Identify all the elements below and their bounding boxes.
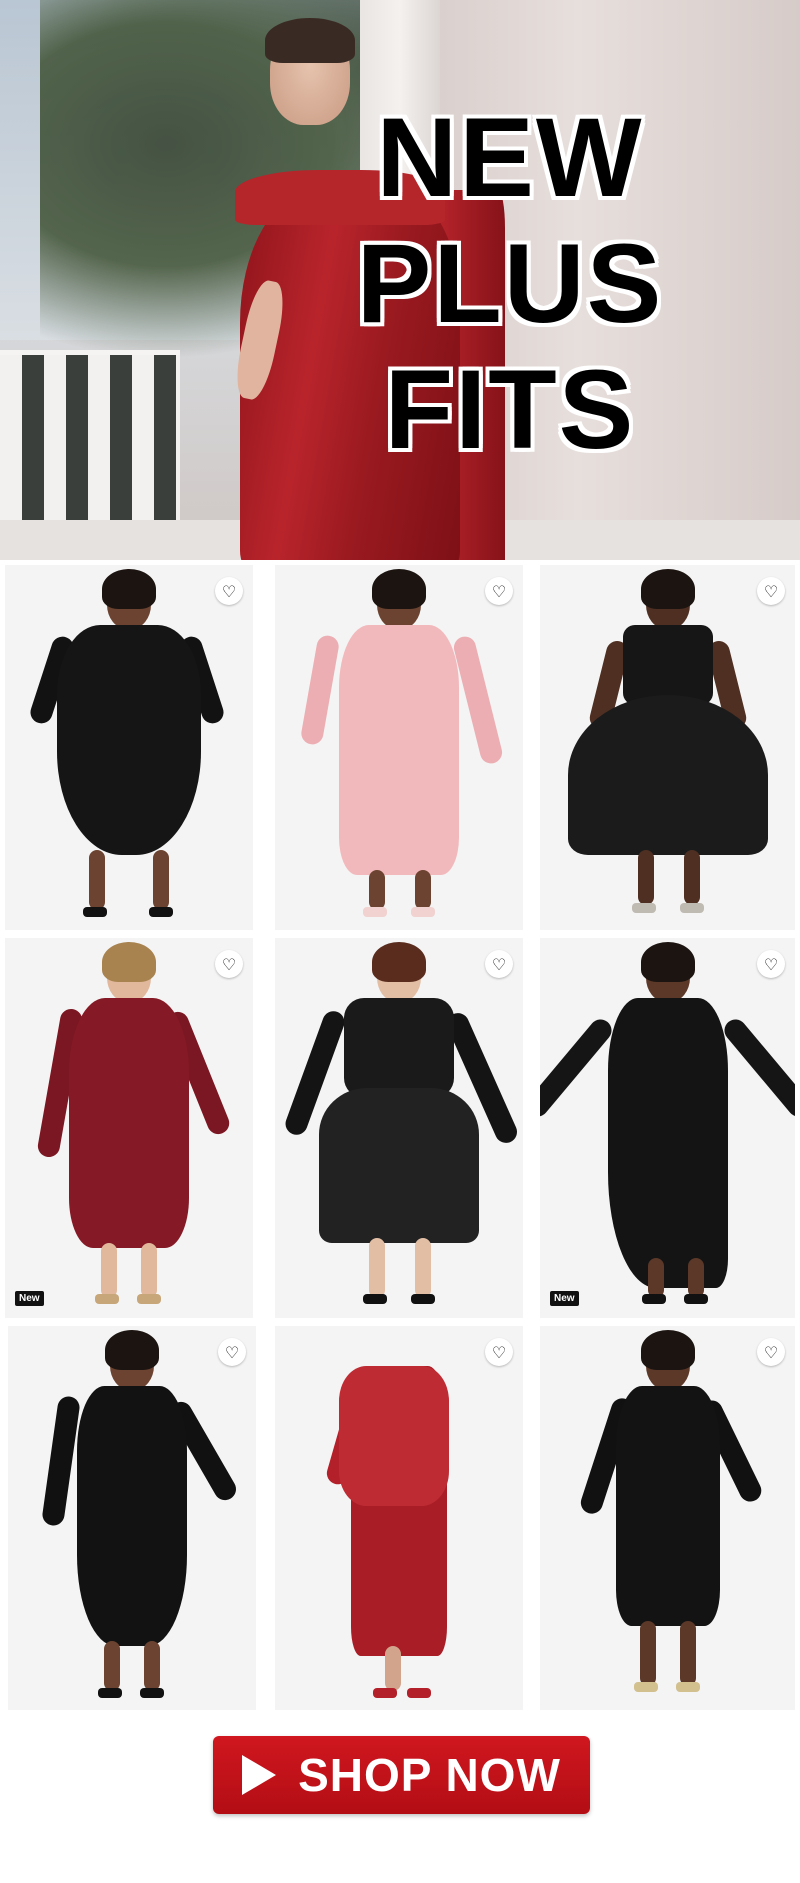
hero-banner[interactable]: NEW PLUS FITS — [0, 0, 800, 560]
new-badge: New — [550, 1291, 579, 1306]
headline-line-2: PLUS — [356, 221, 664, 346]
hero-model-hair — [265, 18, 355, 63]
shop-now-button[interactable]: SHOP NOW — [213, 1736, 590, 1814]
favorite-heart-icon[interactable]: ♡ — [485, 950, 513, 978]
favorite-heart-icon[interactable]: ♡ — [757, 950, 785, 978]
play-icon — [242, 1755, 277, 1795]
product-card-5[interactable]: ♡ — [275, 938, 523, 1318]
product-card-4[interactable]: ♡ New — [5, 938, 253, 1318]
hero-headline: NEW PLUS FITS — [345, 95, 675, 473]
headline-line-3: FITS — [384, 347, 636, 472]
favorite-heart-icon[interactable]: ♡ — [757, 577, 785, 605]
favorite-heart-icon[interactable]: ♡ — [757, 1338, 785, 1366]
product-card-9[interactable]: ♡ — [540, 1326, 795, 1710]
product-card-3[interactable]: ♡ — [540, 565, 795, 930]
favorite-heart-icon[interactable]: ♡ — [485, 1338, 513, 1366]
favorite-heart-icon[interactable]: ♡ — [485, 577, 513, 605]
product-card-2[interactable]: ♡ — [275, 565, 523, 930]
product-card-1[interactable]: ♡ — [5, 565, 253, 930]
favorite-heart-icon[interactable]: ♡ — [215, 577, 243, 605]
product-card-6[interactable]: ♡ New — [540, 938, 795, 1318]
headline-line-1: NEW — [376, 95, 644, 220]
product-card-7[interactable]: ♡ — [8, 1326, 256, 1710]
favorite-heart-icon[interactable]: ♡ — [215, 950, 243, 978]
shop-now-label: SHOP NOW — [298, 1749, 561, 1801]
product-grid: ♡ ♡ ♡ ♡ New ♡ ♡ New ♡ ♡ ♡ — [0, 560, 800, 1720]
product-card-8[interactable]: ♡ — [275, 1326, 523, 1710]
favorite-heart-icon[interactable]: ♡ — [218, 1338, 246, 1366]
new-badge: New — [15, 1291, 44, 1306]
